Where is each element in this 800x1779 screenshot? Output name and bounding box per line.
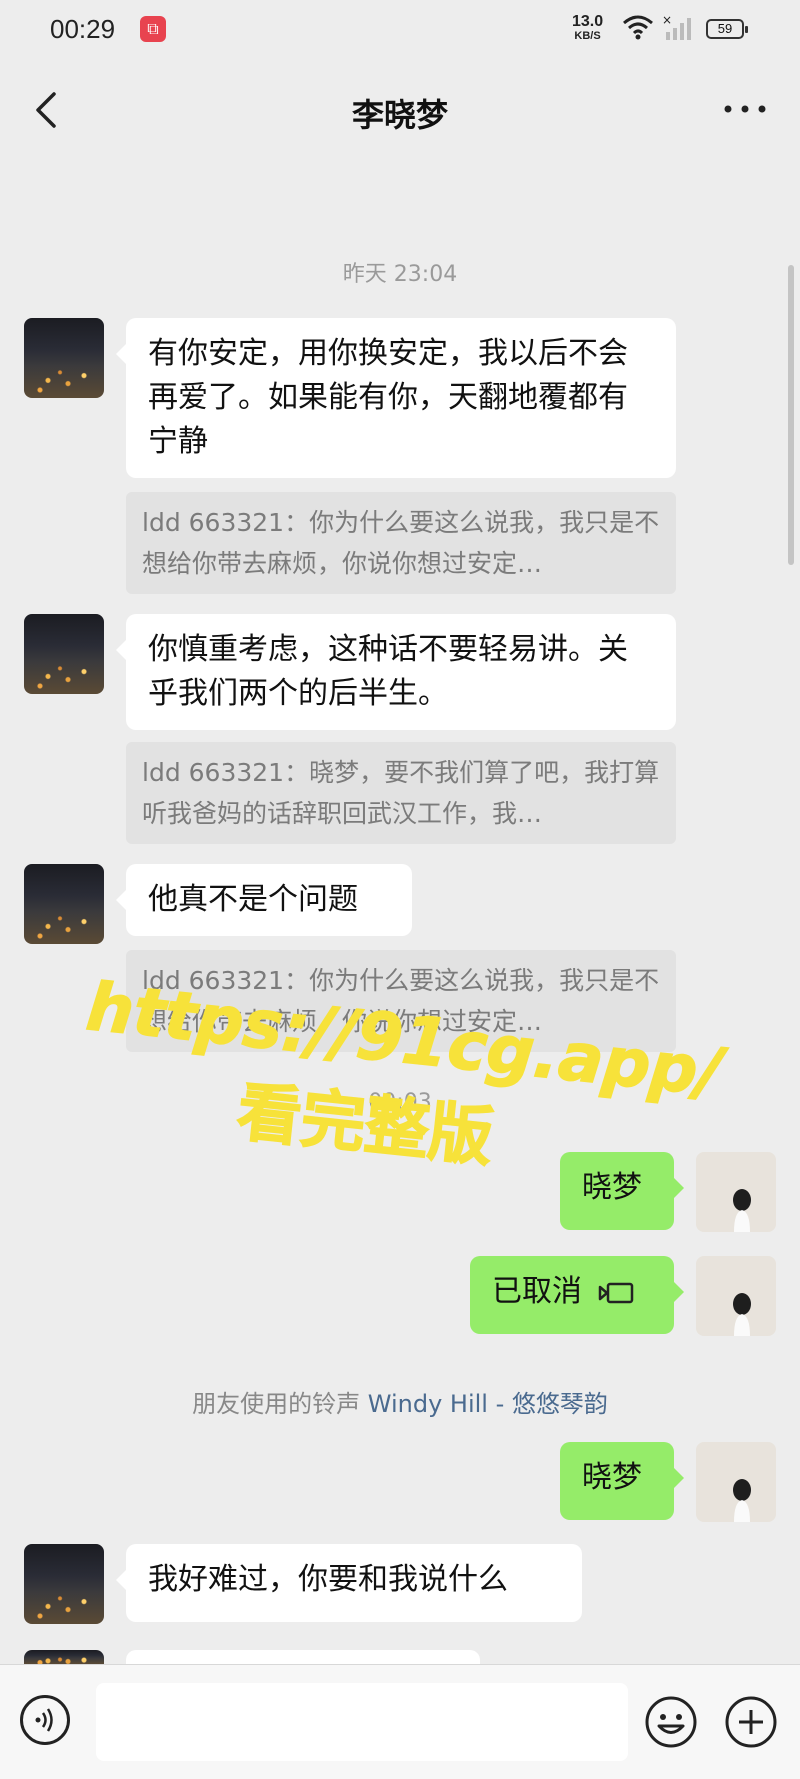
input-bar bbox=[0, 1664, 800, 1779]
plus-icon[interactable] bbox=[724, 1695, 778, 1749]
timestamp: 昨天 23:04 bbox=[342, 262, 458, 287]
chat-title: 李晓梦 bbox=[351, 96, 448, 134]
network-speed: 13.0 KB/S bbox=[572, 14, 603, 44]
avatar[interactable] bbox=[696, 1152, 776, 1232]
signal-icon: × bbox=[662, 14, 691, 40]
message-bubble[interactable]: 你慎重考虑，这种话不要轻易讲。关乎我们两个的后半生。 bbox=[116, 614, 676, 730]
call-cancelled-bubble[interactable]: 已取消 bbox=[470, 1256, 684, 1334]
call-cancelled-label: 已取消 bbox=[492, 1274, 582, 1309]
scrollbar[interactable] bbox=[788, 265, 794, 565]
avatar[interactable] bbox=[24, 1544, 104, 1624]
ringtone-link[interactable]: Windy Hill - 悠悠琴韵 bbox=[368, 1390, 608, 1418]
system-note: 朋友使用的铃声 Windy Hill - 悠悠琴韵 bbox=[0, 1384, 800, 1419]
avatar[interactable] bbox=[24, 1650, 104, 1664]
avatar[interactable] bbox=[696, 1256, 776, 1336]
chat-header: 李晓梦 bbox=[0, 64, 800, 156]
message-input[interactable] bbox=[96, 1683, 628, 1761]
emoji-icon[interactable] bbox=[644, 1695, 698, 1749]
avatar[interactable] bbox=[24, 864, 104, 944]
battery-icon: 59 bbox=[706, 19, 748, 39]
quoted-message[interactable]: ldd 663321：你为什么要这么说我，我只是不想给你带去麻烦，你说你想过安定… bbox=[126, 950, 676, 1052]
avatar-silhouette-icon bbox=[733, 1293, 751, 1336]
message-bubble[interactable]: 他真不是个问题 bbox=[116, 864, 412, 936]
network-speed-unit: KB/S bbox=[574, 30, 601, 42]
crop-icon: ⧉ bbox=[140, 16, 166, 42]
quoted-message[interactable]: ldd 663321：你为什么要这么说我，我只是不想给你带去麻烦，你说你想过安定… bbox=[126, 492, 676, 594]
quoted-message[interactable]: ldd 663321：晓梦，要不我们算了吧，我打算听我爸妈的话辞职回武汉工作，我… bbox=[126, 742, 676, 844]
voice-icon[interactable] bbox=[20, 1695, 70, 1745]
svg-text:×: × bbox=[662, 14, 672, 27]
message-bubble[interactable]: 我好难过，你要和我说什么 bbox=[116, 1544, 582, 1622]
status-bar: 00:29 ⧉ 13.0 KB/S × 59 bbox=[0, 0, 800, 64]
avatar[interactable] bbox=[696, 1442, 776, 1522]
video-call-icon bbox=[598, 1282, 633, 1303]
wifi-icon bbox=[623, 15, 653, 40]
avatar[interactable] bbox=[24, 614, 104, 694]
more-icon[interactable] bbox=[720, 94, 770, 124]
message-bubble[interactable]: 晓梦 bbox=[560, 1152, 684, 1230]
message-bubble[interactable]: 有你安定，用你换安定，我以后不会再爱了。如果能有你，天翻地覆都有宁静 bbox=[116, 318, 676, 478]
message-bubble[interactable] bbox=[126, 1650, 480, 1664]
message-bubble[interactable]: 晓梦 bbox=[560, 1442, 684, 1520]
avatar[interactable] bbox=[24, 318, 104, 398]
timestamp: 00:03 bbox=[368, 1090, 432, 1115]
avatar-silhouette-icon bbox=[733, 1479, 751, 1522]
avatar-silhouette-icon bbox=[733, 1189, 751, 1232]
system-note-text: 朋友使用的铃声 bbox=[192, 1390, 368, 1418]
network-speed-value: 13.0 bbox=[572, 13, 604, 30]
status-time: 00:29 bbox=[50, 14, 116, 44]
